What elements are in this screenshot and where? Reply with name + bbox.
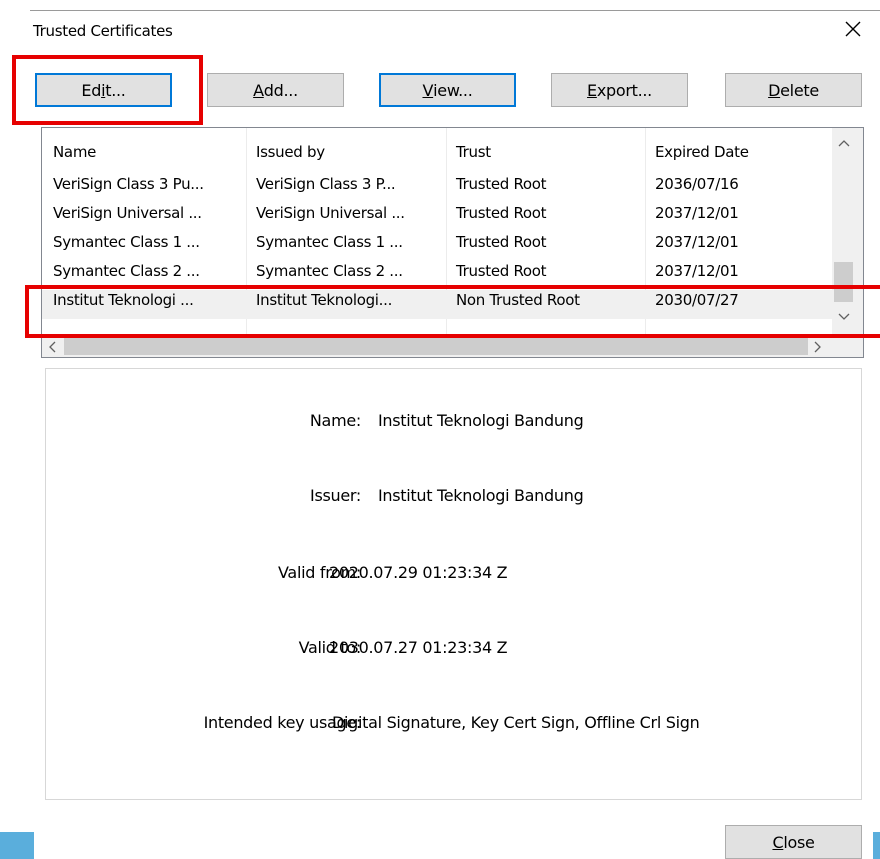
- cell-issued-by: Institut Teknologi...: [256, 291, 393, 309]
- column-header-trust[interactable]: Trust: [456, 142, 491, 162]
- view-button[interactable]: View...: [379, 73, 516, 107]
- cell-name: VeriSign Class 3 Pu...: [53, 175, 204, 193]
- cell-trust: Trusted Root: [456, 175, 547, 193]
- table-row[interactable]: Symantec Class 1 ... Symantec Class 1 ..…: [42, 232, 832, 261]
- detail-value: Digital Signature, Key Cert Sign, Offlin…: [332, 713, 700, 732]
- cell-issued-by: VeriSign Universal ...: [256, 204, 405, 222]
- add-button[interactable]: Add...: [207, 73, 344, 107]
- window-top-border: [30, 10, 880, 11]
- cell-expired-date: 2037/12/01: [655, 233, 739, 251]
- vertical-scrollbar[interactable]: [832, 128, 863, 336]
- detail-label: Issuer:: [310, 486, 361, 505]
- background-edge: [873, 832, 880, 859]
- chevron-left-icon[interactable]: [42, 336, 62, 357]
- cell-name: Symantec Class 2 ...: [53, 262, 200, 280]
- detail-value: 2030.07.27 01:23:34 Z: [329, 638, 508, 657]
- chevron-right-icon[interactable]: [808, 336, 828, 357]
- close-button[interactable]: Close: [725, 825, 862, 859]
- table-row[interactable]: VeriSign Universal ... VeriSign Universa…: [42, 203, 832, 232]
- table-row-selected[interactable]: Institut Teknologi ... Institut Teknolog…: [42, 290, 832, 319]
- close-icon[interactable]: [842, 18, 864, 40]
- chevron-up-icon[interactable]: [832, 134, 856, 152]
- cell-name: Symantec Class 1 ...: [53, 233, 200, 251]
- certificate-list[interactable]: Name Issued by Trust Expired Date VeriSi…: [41, 127, 864, 358]
- vertical-scroll-thumb[interactable]: [834, 262, 853, 302]
- chevron-down-icon[interactable]: [832, 308, 856, 326]
- cell-trust: Non Trusted Root: [456, 291, 580, 309]
- horizontal-scroll-thumb[interactable]: [64, 338, 808, 355]
- detail-value: Institut Teknologi Bandung: [378, 411, 584, 430]
- cell-expired-date: 2037/12/01: [655, 262, 739, 280]
- cell-expired-date: 2030/07/27: [655, 291, 739, 309]
- export-button[interactable]: Export...: [551, 73, 688, 107]
- cell-name: Institut Teknologi ...: [53, 291, 194, 309]
- dialog-title: Trusted Certificates: [33, 22, 173, 40]
- cell-issued-by: Symantec Class 1 ...: [256, 233, 403, 251]
- edit-button[interactable]: Ed i t...: [35, 73, 172, 107]
- cell-trust: Trusted Root: [456, 204, 547, 222]
- cell-trust: Trusted Root: [456, 262, 547, 280]
- detail-label: Name:: [309, 411, 361, 430]
- cell-expired-date: 2036/07/16: [655, 175, 739, 193]
- table-row[interactable]: VeriSign Class 3 Pu... VeriSign Class 3 …: [42, 174, 832, 203]
- cell-issued-by: Symantec Class 2 ...: [256, 262, 403, 280]
- certificate-details-panel: Name: Institut Teknologi Bandung Issuer:…: [45, 368, 862, 800]
- cell-expired-date: 2037/12/01: [655, 204, 739, 222]
- cell-name: VeriSign Universal ...: [53, 204, 202, 222]
- background-edge: [0, 832, 34, 859]
- certificate-list-body: Name Issued by Trust Expired Date VeriSi…: [42, 128, 832, 336]
- detail-value: Institut Teknologi Bandung: [378, 486, 584, 505]
- delete-button[interactable]: Delete: [725, 73, 862, 107]
- horizontal-scrollbar[interactable]: [42, 336, 863, 357]
- cell-issued-by: VeriSign Class 3 P...: [256, 175, 396, 193]
- table-row[interactable]: Symantec Class 2 ... Symantec Class 2 ..…: [42, 261, 832, 290]
- column-header-issued-by[interactable]: Issued by: [256, 142, 325, 162]
- column-header-expired-date[interactable]: Expired Date: [655, 142, 749, 162]
- column-header-name[interactable]: Name: [53, 142, 96, 162]
- detail-value: 2020.07.29 01:23:34 Z: [329, 563, 508, 582]
- cell-trust: Trusted Root: [456, 233, 547, 251]
